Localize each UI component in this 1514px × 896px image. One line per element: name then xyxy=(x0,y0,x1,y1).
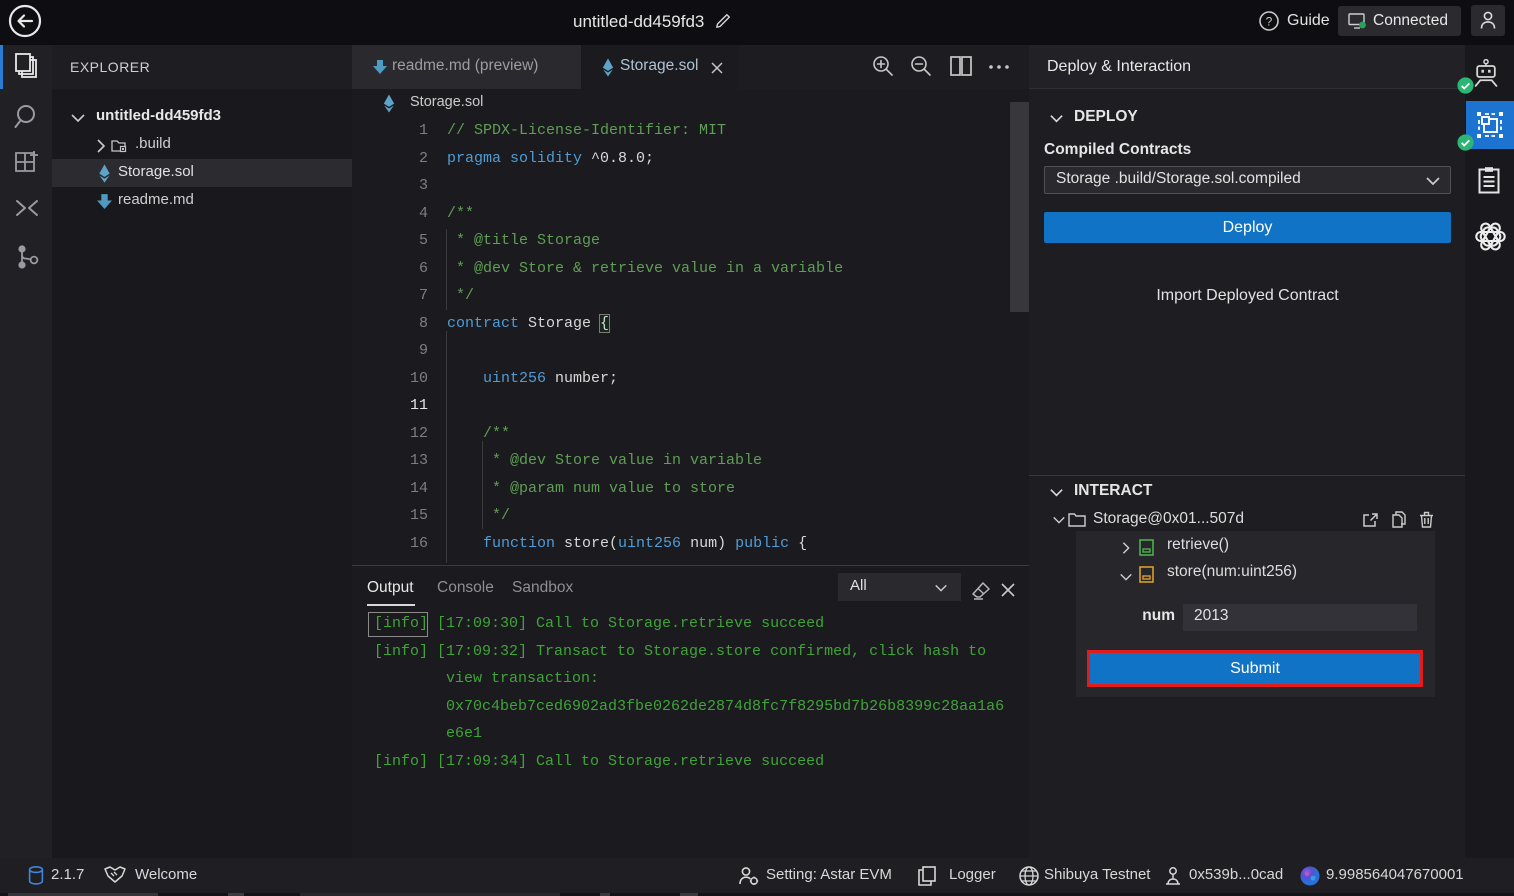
svg-text:?: ? xyxy=(1266,15,1273,29)
